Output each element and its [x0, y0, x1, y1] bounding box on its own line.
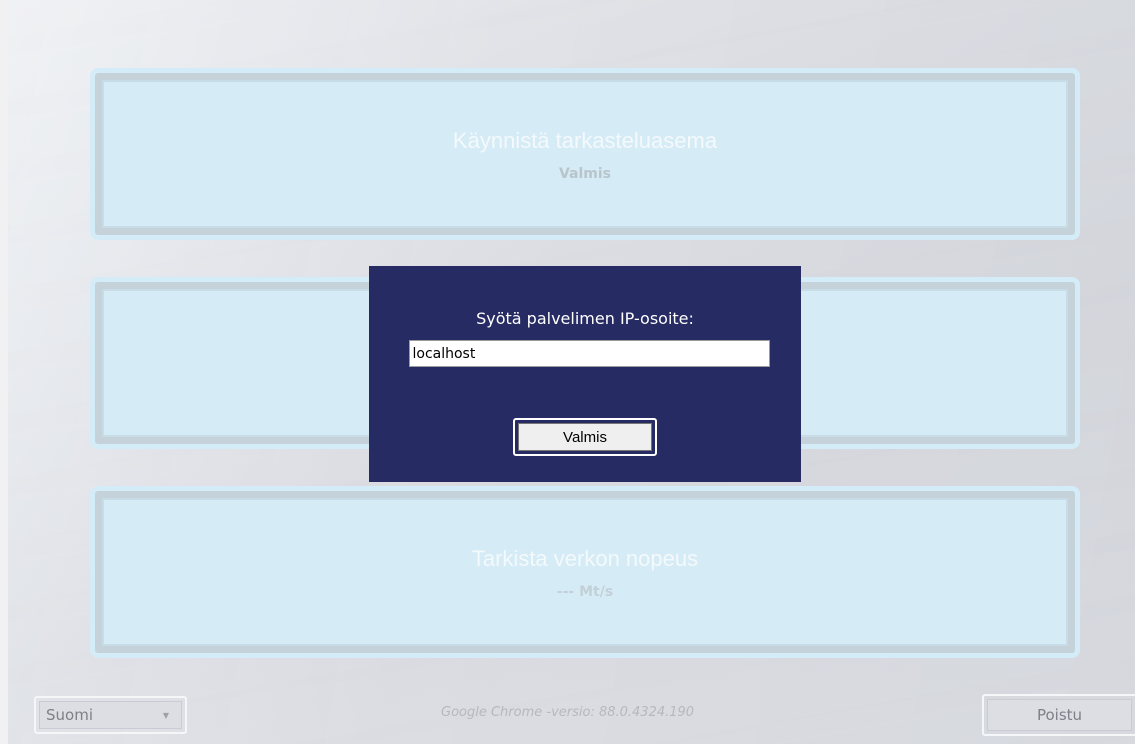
start-inspection-station-tile[interactable]: Käynnistä tarkasteluasema Valmis — [90, 68, 1080, 240]
quit-button-label[interactable]: Poistu — [987, 699, 1132, 731]
chevron-down-icon: ▼ — [162, 710, 169, 720]
done-button[interactable]: Valmis — [518, 423, 652, 451]
dialog-prompt: Syötä palvelimen IP-osoite: — [476, 309, 694, 328]
tile-inner[interactable]: Tarkista verkon nopeus --- Mt/s — [102, 498, 1068, 646]
language-select-inner[interactable]: Suomi ▼ — [39, 701, 182, 729]
language-selected: Suomi — [46, 706, 93, 724]
browser-version-text: Google Chrome -versio: 88.0.4324.190 — [441, 705, 695, 720]
tile-status: --- Mt/s — [556, 584, 614, 600]
dialog-button-focus-ring: Valmis — [513, 418, 657, 456]
language-select[interactable]: Suomi ▼ — [34, 696, 187, 734]
network-speed-tile[interactable]: Tarkista verkon nopeus --- Mt/s — [90, 486, 1080, 658]
server-ip-input[interactable] — [408, 340, 770, 367]
tile-title: Käynnistä tarkasteluasema — [452, 128, 718, 153]
quit-button[interactable]: Poistu — [982, 694, 1135, 736]
tile-status: Valmis — [558, 166, 612, 182]
tile-title: Tarkista verkon nopeus — [471, 546, 699, 571]
server-ip-dialog: Syötä palvelimen IP-osoite: Valmis — [369, 266, 801, 482]
tile-inner[interactable]: Käynnistä tarkasteluasema Valmis — [102, 80, 1068, 228]
